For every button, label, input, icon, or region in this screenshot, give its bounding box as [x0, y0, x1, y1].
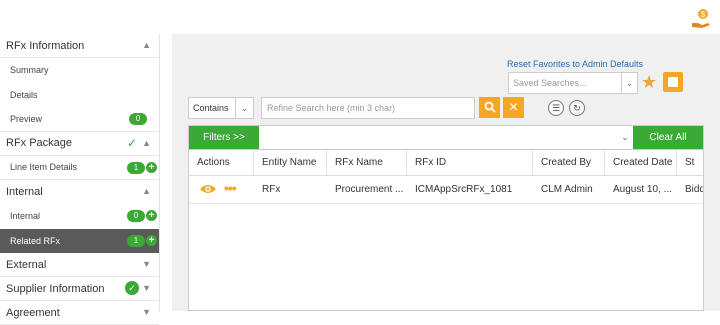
- section-internal[interactable]: Internal ▲: [0, 180, 159, 204]
- add-icon[interactable]: +: [146, 161, 157, 173]
- section-title: External: [6, 258, 47, 271]
- reset-favorites-link[interactable]: Reset Favorites to Admin Defaults: [507, 59, 643, 69]
- top-bar: $: [0, 0, 720, 34]
- table-row[interactable]: ••• RFx Procurement ... ICMAppSrcRFx_108…: [189, 176, 703, 204]
- sidebar-item-label: Related RFx: [10, 235, 61, 246]
- section-agreement[interactable]: Agreement ▼: [0, 301, 159, 325]
- list-view-icon[interactable]: ☰: [548, 100, 564, 116]
- section-rfx-package[interactable]: RFx Package ✓ ▲: [0, 131, 159, 156]
- section-title: RFx Information: [6, 39, 85, 52]
- section-title: Agreement: [6, 306, 60, 319]
- cell-rfx-id[interactable]: ICMAppSrcRFx_1081: [407, 176, 533, 204]
- count-badge: 0: [127, 210, 145, 222]
- check-icon: ✓: [126, 135, 137, 150]
- sidebar-item-label: Line Item Details: [10, 162, 78, 173]
- column-header[interactable]: Created Date: [605, 150, 677, 176]
- add-icon[interactable]: +: [146, 210, 157, 221]
- svg-text:$: $: [701, 10, 706, 19]
- saved-searches-placeholder: Saved Searches...: [513, 78, 587, 88]
- sidebar-item-summary[interactable]: Summary: [0, 58, 159, 83]
- cell-rfx-name[interactable]: Procurement ...: [327, 176, 407, 204]
- clear-all-button[interactable]: Clear All: [633, 126, 703, 149]
- sidebar-item-internal[interactable]: Internal 0 +: [0, 204, 159, 229]
- add-icon[interactable]: +: [146, 234, 157, 246]
- cell-created-date: August 10, ...: [613, 184, 672, 195]
- chevron-down-icon[interactable]: ▼: [142, 307, 151, 317]
- section-title: RFx Package: [6, 137, 73, 149]
- search-placeholder: Refine Search here (min 3 char): [267, 103, 396, 113]
- more-actions-icon[interactable]: •••: [224, 180, 237, 196]
- column-header[interactable]: Entity Name: [254, 150, 327, 176]
- column-header[interactable]: Created By: [533, 150, 605, 176]
- chevron-up-icon[interactable]: ▲: [142, 138, 151, 148]
- sidebar-item-label: Details: [10, 89, 38, 100]
- money-hand-icon[interactable]: $: [690, 8, 712, 30]
- sidebar-item-preview[interactable]: Preview 0: [0, 107, 159, 132]
- cell-entity-name: RFx: [262, 184, 281, 195]
- main-panel: Reset Favorites to Admin Defaults Saved …: [172, 34, 720, 311]
- sidebar-item-label: Preview: [10, 113, 43, 124]
- count-badge: 1: [127, 234, 145, 247]
- column-header[interactable]: Actions: [189, 150, 254, 176]
- section-title: Internal: [6, 186, 43, 198]
- sidebar-item-label: Internal: [10, 211, 41, 222]
- search-button[interactable]: [479, 97, 500, 118]
- grid-header: Actions Entity Name RFx Name RFx ID Crea…: [189, 150, 703, 176]
- filters-button[interactable]: Filters >>: [189, 126, 259, 149]
- eye-icon[interactable]: [199, 183, 217, 195]
- chevron-down-icon[interactable]: ⌄: [621, 73, 637, 93]
- column-header[interactable]: RFx ID: [407, 150, 533, 176]
- refresh-icon[interactable]: ↻: [569, 100, 585, 116]
- saved-searches-select[interactable]: Saved Searches... ⌄: [508, 72, 638, 94]
- chevron-down-icon[interactable]: ▼: [142, 259, 151, 269]
- clear-search-button[interactable]: ✕: [503, 97, 524, 118]
- sidebar: RFx Information ▲ Summary Details Previe…: [0, 34, 160, 325]
- cell-created-by: CLM Admin: [541, 184, 593, 195]
- count-badge: 0: [129, 113, 147, 125]
- sidebar-item-related-rfx[interactable]: Related RFx 1 +: [0, 228, 159, 253]
- chevron-up-icon[interactable]: ▲: [142, 186, 151, 196]
- save-icon[interactable]: [663, 72, 683, 92]
- contains-label: Contains: [193, 103, 229, 113]
- search-input[interactable]: Refine Search here (min 3 char): [261, 97, 475, 119]
- column-header[interactable]: RFx Name: [327, 150, 407, 176]
- chevron-up-icon[interactable]: ▲: [142, 40, 151, 50]
- contains-select[interactable]: Contains ⌄: [188, 97, 254, 119]
- search-icon: [484, 101, 496, 113]
- column-header[interactable]: St: [677, 150, 703, 176]
- section-external[interactable]: External ▼: [0, 253, 159, 277]
- count-badge: 1: [127, 161, 145, 174]
- sidebar-item-label: Summary: [10, 65, 49, 76]
- section-rfx-information[interactable]: RFx Information ▲: [0, 34, 159, 58]
- check-circle-icon: ✓: [125, 281, 139, 295]
- favorite-star-icon[interactable]: ★: [641, 72, 657, 93]
- sidebar-item-details[interactable]: Details: [0, 83, 159, 108]
- filter-bar: Filters >> ⌄ Clear All: [188, 125, 704, 150]
- section-title: Supplier Information: [6, 282, 105, 295]
- chevron-down-icon[interactable]: ⌄: [235, 98, 253, 118]
- section-supplier-information[interactable]: Supplier Information ✓ ▼: [0, 277, 159, 301]
- sidebar-item-line-item-details[interactable]: Line Item Details 1 +: [0, 156, 159, 180]
- results-grid: Actions Entity Name RFx Name RFx ID Crea…: [188, 150, 704, 311]
- cell-status: Bidd: [685, 184, 704, 195]
- chevron-down-icon[interactable]: ⌄: [617, 126, 633, 149]
- chevron-down-icon[interactable]: ▼: [142, 283, 151, 293]
